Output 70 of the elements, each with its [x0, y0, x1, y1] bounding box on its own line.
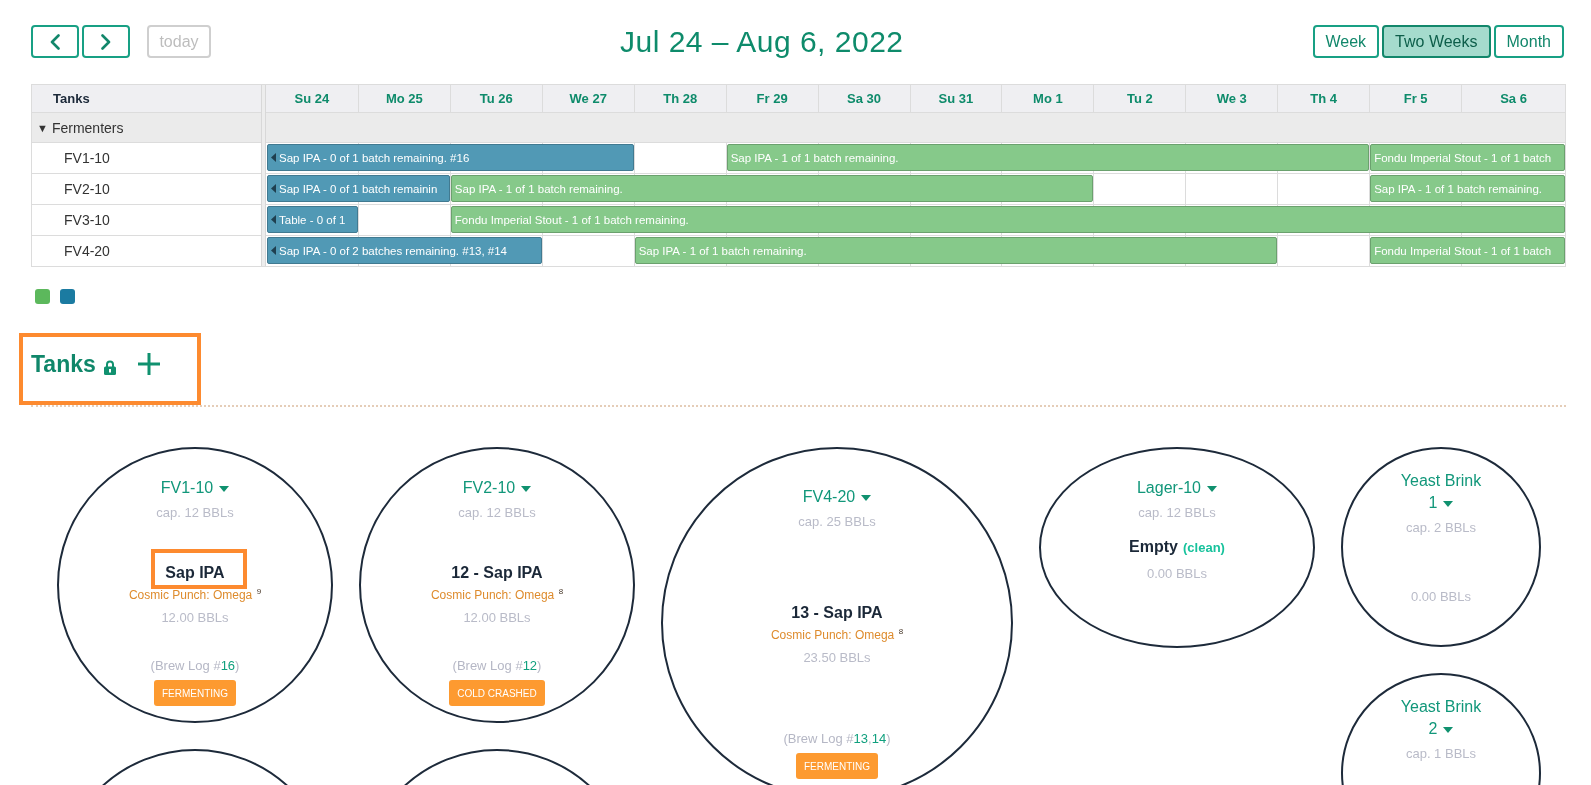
event-bar[interactable]: Sap IPA - 1 of 1 batch remaining. [1370, 175, 1565, 202]
tank-name-dropdown[interactable]: FV2-10 [462, 477, 532, 499]
capacity-text: cap. 12 BBLs [1138, 505, 1216, 521]
capacity-text: cap. 2 BBLs [1405, 520, 1477, 536]
brew-log-text: (Brew Log #12) [452, 658, 542, 674]
clean-status: (clean) [1183, 539, 1225, 557]
tank-name-dropdown[interactable]: FV1-10 [160, 477, 230, 499]
tank-name-dropdown[interactable]: Yeast Brink 2 [1396, 696, 1486, 740]
event-bar[interactable]: Fondu Imperial Stout - 1 of 1 batch remaining. [450, 206, 1565, 233]
volume-text: 0.00 BBLs [1147, 566, 1207, 582]
plus-icon [137, 353, 160, 375]
batch-name: 13 - Sap IPA [791, 604, 883, 621]
event-bar[interactable]: Sap IPA - 0 of 2 batches remaining. #13, #14 [267, 237, 542, 264]
caret-down-icon [219, 485, 230, 492]
yeast-text: Cosmic Punch: Omega $^{8}$ [430, 587, 564, 603]
caret-down-icon [1207, 485, 1217, 492]
event-bar[interactable]: Sap IPA - 0 of 1 batch remaining. #16 [267, 144, 634, 171]
yeast-text: Cosmic Punch: Omega $^{8}$ [770, 627, 904, 643]
capacity-text: cap. 12 BBLs [458, 505, 536, 521]
caret-down-icon [1443, 500, 1454, 507]
brew-log-link[interactable]: 13 [853, 731, 869, 746]
caret-down-icon [1443, 726, 1454, 733]
status-badge: FERMENTING [153, 680, 237, 706]
group-label: Fermenters [51, 119, 124, 136]
volume-text: 23.50 BBLs [803, 650, 871, 666]
brew-log-text: (Brew Log #13,14) [783, 731, 891, 747]
capacity-text: cap. 1 BBLs [1405, 746, 1477, 762]
view-tab[interactable]: Two Weeks [1382, 25, 1491, 58]
resource-name: FV2-10 [64, 181, 110, 197]
tank-name-dropdown[interactable]: Lager-10 [1136, 477, 1217, 499]
caret-down-icon [861, 494, 872, 501]
capacity-text: cap. 12 BBLs [156, 505, 234, 521]
event-bar[interactable]: Table - 0 of 1 [267, 206, 358, 233]
batch-name: Sap IPA [165, 564, 225, 581]
view-tab[interactable]: Month [1493, 25, 1564, 58]
column-header: Tanks [32, 85, 261, 112]
chevron-left-icon [50, 33, 60, 50]
brew-log-link[interactable]: 16 [220, 658, 236, 673]
event-bar[interactable]: Fondu Imperial Stout - 1 of 1 batch [1370, 144, 1565, 171]
event-bar[interactable]: Sap IPA - 1 of 1 batch remaining. [726, 144, 1370, 171]
brew-log-link[interactable]: 14 [871, 731, 887, 746]
prev-button[interactable] [31, 25, 79, 58]
status-badge: COLD CRASHED [449, 680, 545, 706]
resource-name: FV3-10 [64, 212, 110, 228]
batch-name: 12 - Sap IPA [451, 564, 543, 581]
event-bar[interactable]: Sap IPA - 1 of 1 batch remaining. [450, 175, 1094, 202]
tank-name-dropdown[interactable]: FV4-20 [802, 486, 872, 508]
resource-name: FV4-20 [64, 243, 110, 259]
event-bar[interactable]: Sap IPA - 1 of 1 batch remaining. [634, 237, 1278, 264]
expand-toggle[interactable]: ▼ [37, 120, 48, 135]
chevron-right-icon [101, 33, 111, 50]
event-bar[interactable]: Fondu Imperial Stout - 1 of 1 batch [1370, 237, 1565, 264]
batch-name: Empty [1129, 538, 1178, 555]
date-range-title: Jul 24 – Aug 6, 2022 [619, 24, 904, 59]
add-button[interactable] [137, 353, 160, 375]
brew-log-text: (Brew Log #16) [150, 658, 240, 674]
tank-name-dropdown[interactable]: Yeast Brink 1 [1396, 470, 1486, 514]
volume-text: 0.00 BBLs [1411, 589, 1471, 605]
volume-text: 12.00 BBLs [161, 610, 229, 626]
resource-name: FV1-10 [64, 150, 110, 166]
view-tab[interactable]: Week [1312, 25, 1380, 58]
capacity-text: cap. 25 BBLs [798, 514, 876, 530]
yeast-text: Cosmic Punch: Omega $^{9}$ [128, 587, 262, 603]
volume-text: 12.00 BBLs [463, 610, 531, 626]
event-bar[interactable]: Sap IPA - 0 of 1 batch remainin [267, 175, 450, 202]
brew-log-link[interactable]: 12 [522, 658, 538, 673]
next-button[interactable] [82, 25, 130, 58]
status-badge: FERMENTING [795, 753, 879, 779]
caret-down-icon [521, 485, 532, 492]
section-title: Tanks [31, 350, 96, 378]
